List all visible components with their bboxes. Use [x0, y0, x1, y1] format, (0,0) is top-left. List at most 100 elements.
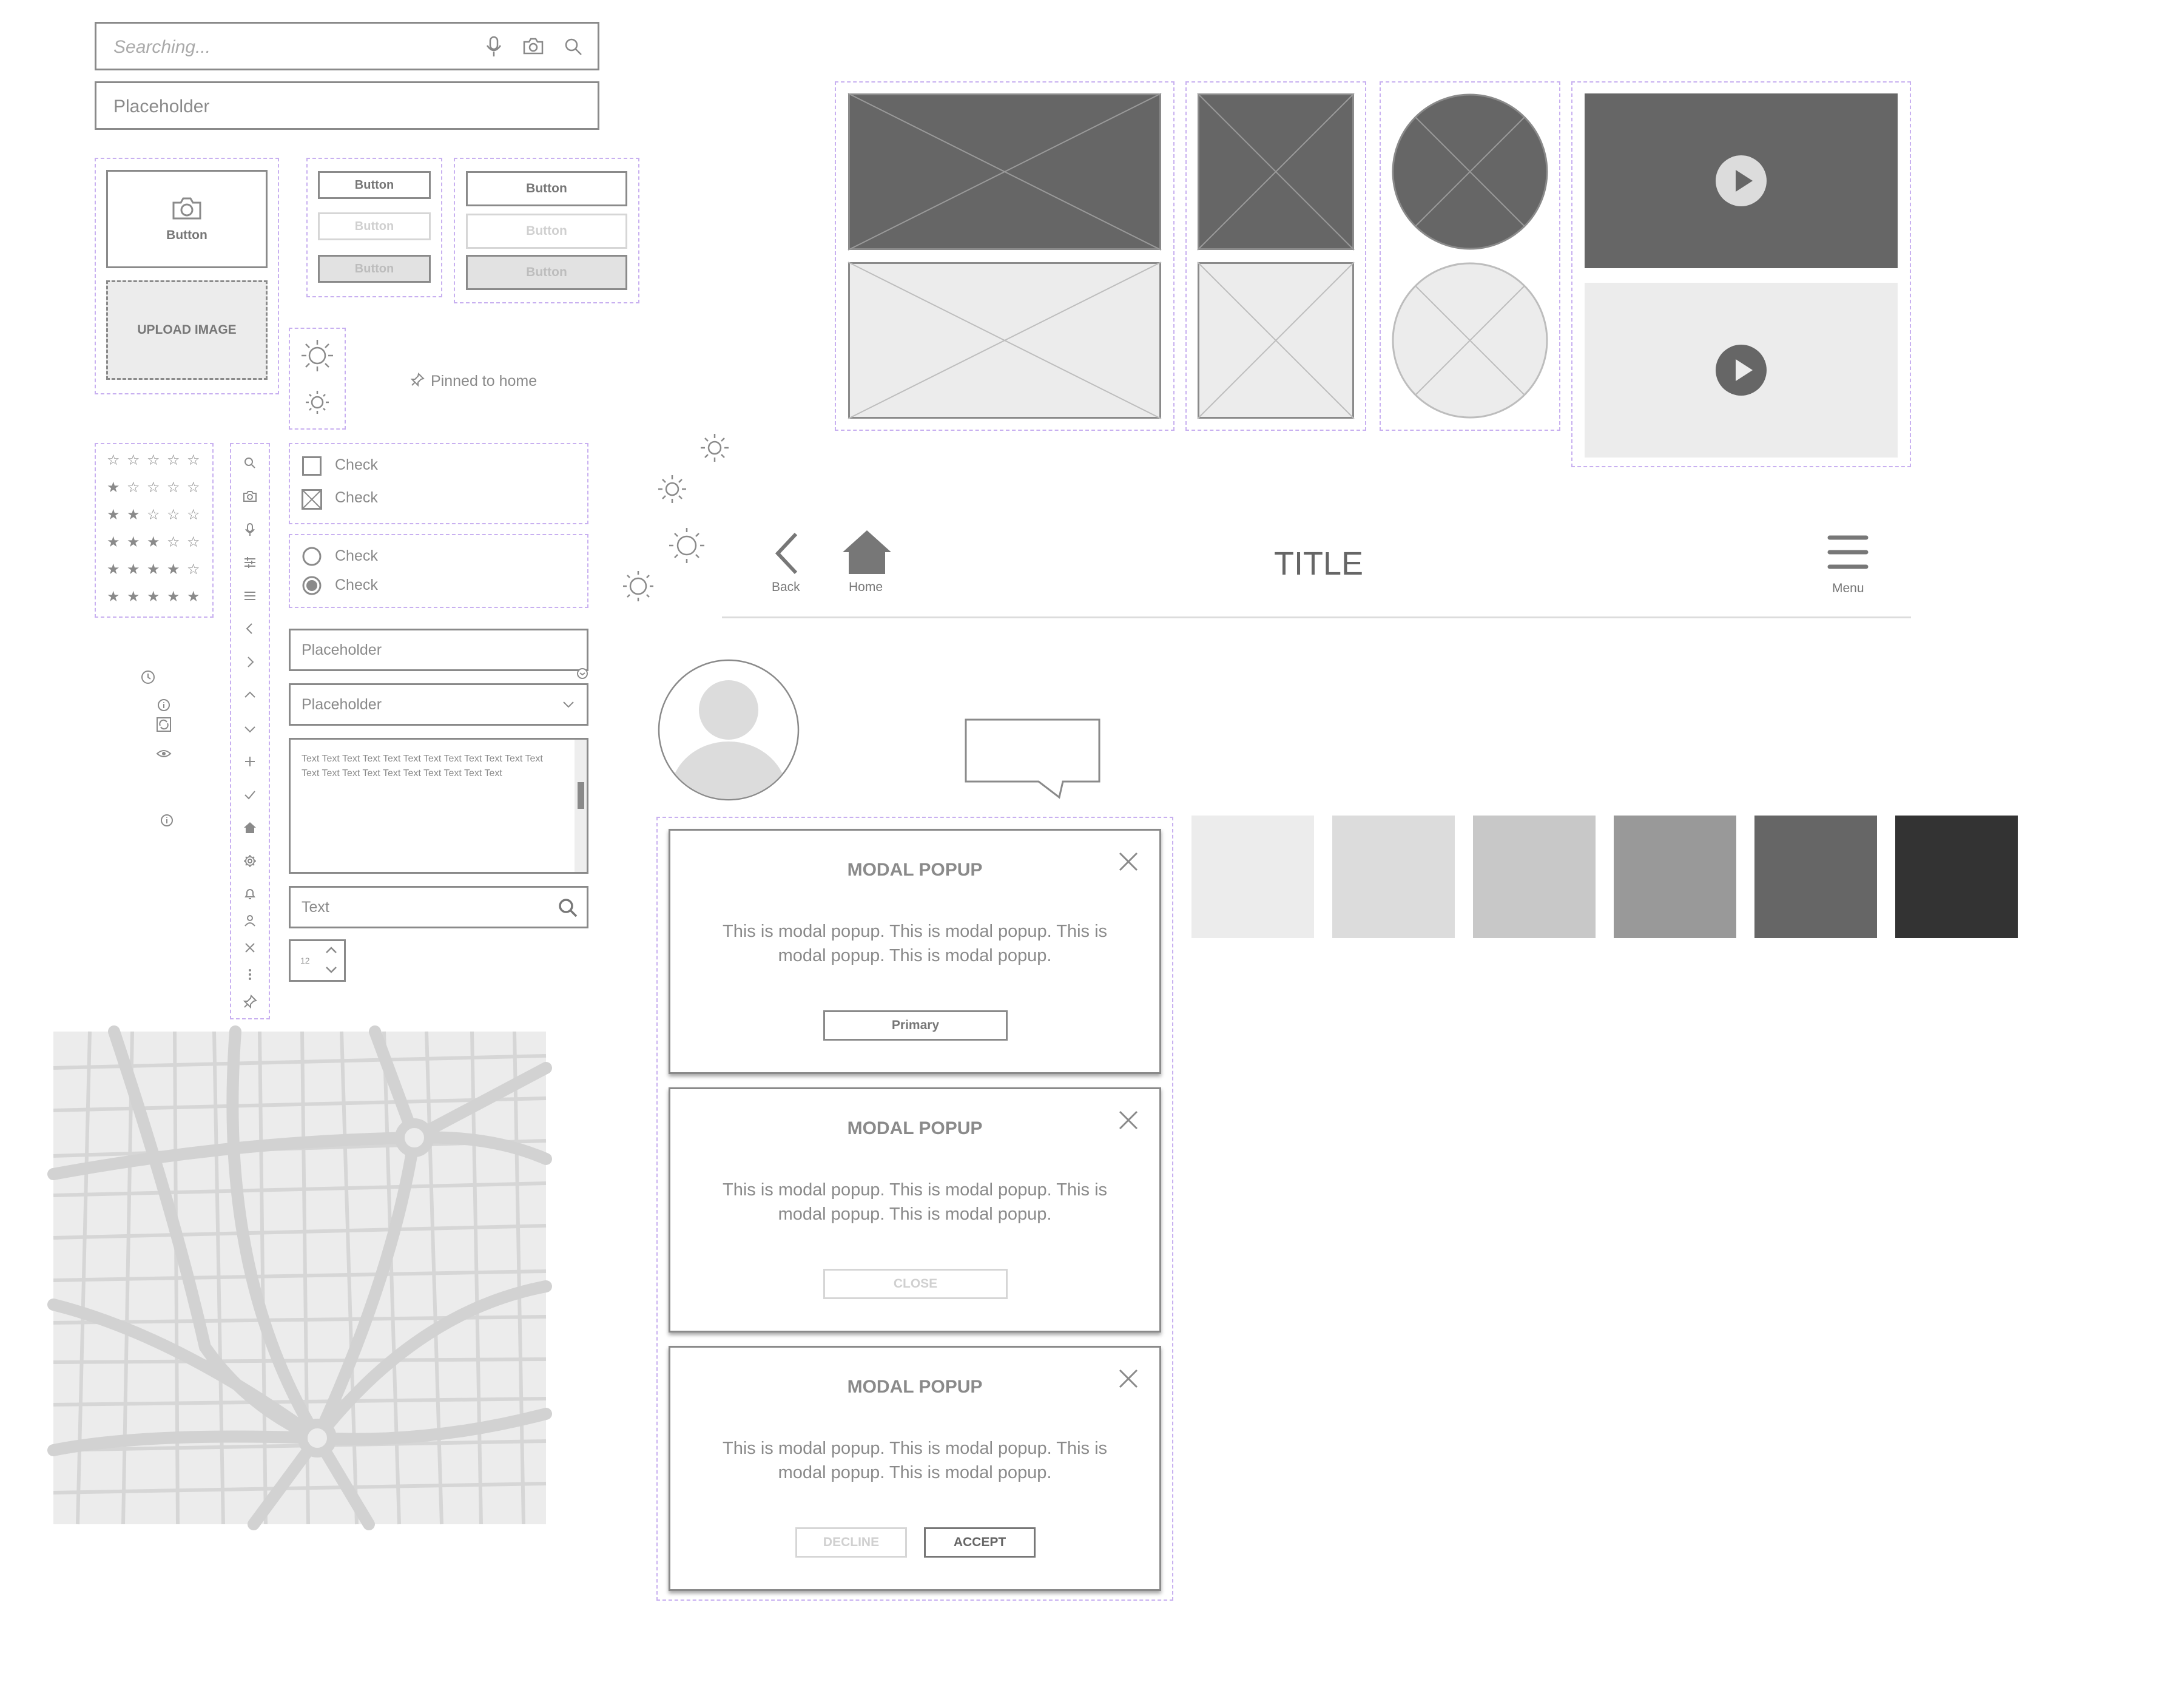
clear-icon[interactable] [576, 667, 589, 680]
map-image[interactable] [47, 1025, 552, 1530]
chevron-up-icon[interactable] [243, 688, 257, 703]
image-placeholder-light[interactable] [1197, 262, 1355, 419]
rating-row[interactable]: ★ ★ ☆ ☆ ☆ [107, 506, 210, 523]
rating-row[interactable]: ★ ☆ ☆ ☆ ☆ [107, 479, 210, 496]
play-icon[interactable] [1715, 155, 1767, 207]
plus-icon[interactable] [243, 754, 257, 769]
user-icon[interactable] [243, 913, 257, 928]
video-placeholder-dark[interactable] [1585, 93, 1898, 268]
check-icon[interactable] [243, 788, 257, 802]
primary-button[interactable]: Primary [823, 1010, 1008, 1041]
camera-icon[interactable] [243, 489, 257, 504]
menu-icon[interactable] [243, 589, 257, 603]
text-input[interactable]: Placeholder [95, 81, 599, 130]
brightness-high-icon[interactable] [299, 337, 335, 374]
star-filled-icon[interactable]: ★ [107, 479, 120, 496]
star-filled-icon[interactable]: ★ [107, 506, 120, 523]
select-field[interactable]: Placeholder [289, 683, 588, 726]
nav-menu[interactable]: Menu [1825, 534, 1871, 601]
video-placeholder-light[interactable] [1585, 283, 1898, 458]
chevron-up-icon[interactable] [325, 945, 338, 956]
star-empty-icon[interactable]: ☆ [107, 451, 120, 468]
star-empty-icon[interactable]: ☆ [167, 451, 180, 468]
star-empty-icon[interactable]: ☆ [167, 479, 180, 496]
rating-row[interactable]: ★ ★ ★ ☆ ☆ [107, 533, 210, 550]
sliders-icon[interactable] [243, 555, 257, 570]
close-icon[interactable] [1118, 1110, 1139, 1130]
rating-row[interactable]: ★ ★ ★ ★ ☆ [107, 561, 210, 578]
rating-row[interactable]: ★ ★ ★ ★ ★ [107, 588, 210, 605]
button-medium-default[interactable]: Button [466, 171, 627, 206]
star-empty-icon[interactable]: ☆ [187, 479, 200, 496]
star-filled-icon[interactable]: ★ [147, 561, 160, 578]
search-icon[interactable] [558, 897, 578, 918]
bell-icon[interactable] [243, 887, 257, 901]
button-medium-pressed[interactable]: Button [466, 255, 627, 290]
image-placeholder-dark[interactable] [1197, 93, 1355, 251]
button-medium-disabled[interactable]: Button [466, 214, 627, 249]
radio-checked[interactable] [302, 575, 322, 596]
rating-row[interactable]: ☆ ☆ ☆ ☆ ☆ [107, 451, 210, 468]
star-filled-icon[interactable]: ★ [187, 588, 200, 605]
image-placeholder-circle-dark[interactable] [1392, 93, 1548, 250]
search-icon[interactable] [243, 456, 257, 470]
home-icon[interactable] [243, 820, 257, 835]
image-placeholder-circle-light[interactable] [1392, 262, 1548, 419]
camera-icon[interactable] [522, 37, 544, 55]
close-button[interactable]: CLOSE [823, 1269, 1008, 1299]
nav-home[interactable]: Home [841, 529, 893, 598]
star-empty-icon[interactable]: ☆ [187, 506, 200, 523]
chevron-down-icon[interactable] [325, 964, 338, 975]
star-empty-icon[interactable]: ☆ [167, 506, 180, 523]
gear-icon[interactable] [243, 854, 257, 868]
star-empty-icon[interactable]: ☆ [147, 451, 160, 468]
star-empty-icon[interactable]: ☆ [127, 479, 140, 496]
star-filled-icon[interactable]: ★ [147, 533, 160, 550]
star-empty-icon[interactable]: ☆ [147, 506, 160, 523]
search-bar[interactable]: Searching... [95, 22, 599, 70]
textarea[interactable]: Text Text Text Text Text Text Text Text … [289, 738, 588, 874]
star-filled-icon[interactable]: ★ [167, 588, 180, 605]
search-input[interactable]: Searching... [113, 37, 211, 58]
search-icon[interactable] [564, 37, 583, 56]
star-empty-icon[interactable]: ☆ [147, 479, 160, 496]
camera-button[interactable]: Button [106, 170, 268, 268]
accept-button[interactable]: ACCEPT [924, 1527, 1036, 1558]
chevron-down-icon[interactable] [243, 721, 257, 736]
scrollbar-thumb[interactable] [578, 782, 584, 809]
close-icon[interactable] [1118, 1368, 1139, 1389]
star-filled-icon[interactable]: ★ [127, 533, 140, 550]
star-filled-icon[interactable]: ★ [167, 561, 180, 578]
close-icon[interactable] [243, 941, 257, 955]
star-filled-icon[interactable]: ★ [127, 506, 140, 523]
star-filled-icon[interactable]: ★ [107, 533, 120, 550]
star-empty-icon[interactable]: ☆ [187, 451, 200, 468]
pin-icon[interactable] [243, 995, 257, 1009]
close-icon[interactable] [1118, 851, 1139, 872]
more-vertical-icon[interactable] [243, 967, 257, 982]
star-filled-icon[interactable]: ★ [127, 561, 140, 578]
chevron-left-icon[interactable] [243, 621, 257, 636]
star-filled-icon[interactable]: ★ [107, 588, 120, 605]
brightness-low-icon[interactable] [302, 387, 332, 417]
decline-button[interactable]: DECLINE [795, 1527, 907, 1558]
star-empty-icon[interactable]: ☆ [127, 451, 140, 468]
chevron-right-icon[interactable] [243, 655, 257, 669]
image-placeholder-dark[interactable] [848, 93, 1162, 251]
search-field[interactable]: Text [289, 886, 588, 928]
microphone-icon[interactable] [243, 522, 257, 537]
play-icon[interactable] [1715, 344, 1767, 396]
star-filled-icon[interactable]: ★ [107, 561, 120, 578]
image-placeholder-light[interactable] [848, 262, 1162, 419]
nav-back[interactable]: Back [766, 532, 804, 598]
button-small-pressed[interactable]: Button [318, 255, 431, 283]
checkbox-unchecked[interactable] [302, 456, 322, 476]
microphone-icon[interactable] [485, 36, 503, 58]
button-small-disabled[interactable]: Button [318, 212, 431, 240]
radio-unchecked[interactable] [302, 546, 322, 567]
star-filled-icon[interactable]: ★ [147, 588, 160, 605]
number-stepper[interactable]: 12 [289, 939, 346, 982]
upload-image-button[interactable]: UPLOAD IMAGE [106, 280, 268, 380]
star-empty-icon[interactable]: ☆ [187, 561, 200, 578]
avatar[interactable] [658, 659, 800, 801]
